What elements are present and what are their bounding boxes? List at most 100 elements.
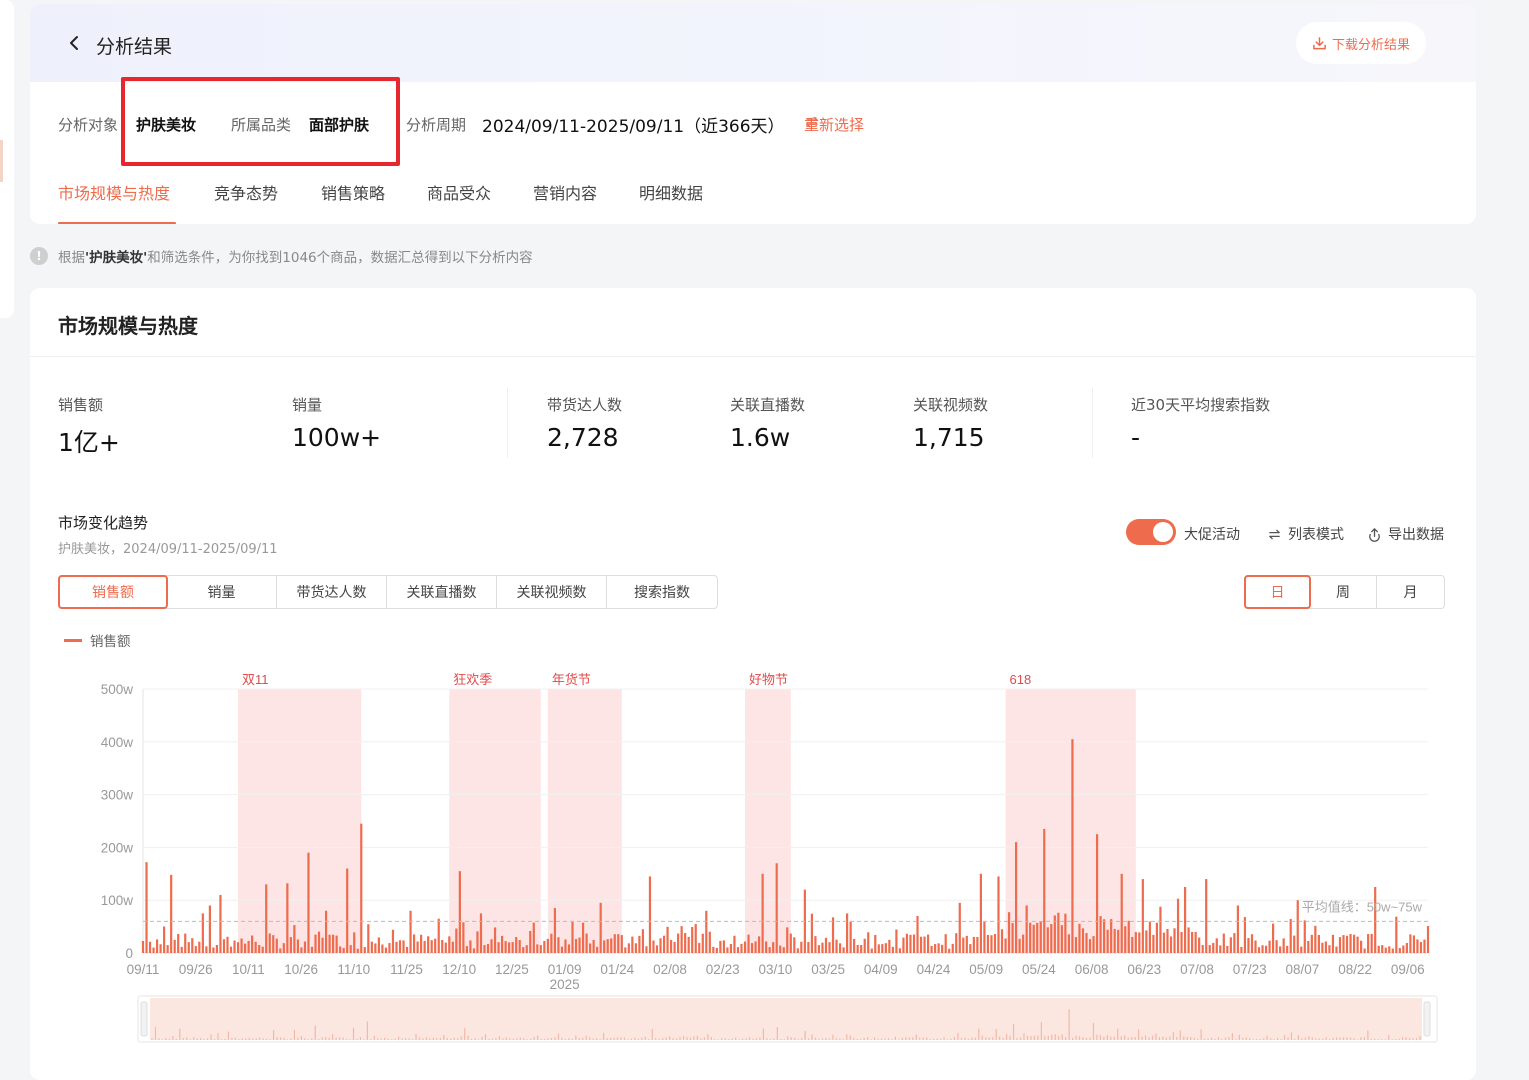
range-mini-bar bbox=[443, 1035, 445, 1040]
sales-bar bbox=[427, 936, 430, 953]
sales-bar bbox=[349, 945, 352, 953]
promo-band bbox=[238, 689, 362, 953]
sales-bar bbox=[962, 937, 965, 953]
range-slider-left-handle[interactable] bbox=[140, 1001, 148, 1037]
sales-bar bbox=[1370, 933, 1373, 953]
range-mini-bar bbox=[953, 1037, 956, 1040]
sales-bar bbox=[1011, 923, 1014, 953]
range-mini-bar bbox=[978, 1028, 980, 1040]
range-mini-bar bbox=[575, 1035, 577, 1040]
sales-bar bbox=[1257, 947, 1261, 953]
range-mini-bar bbox=[933, 1038, 935, 1040]
sales-bar bbox=[296, 939, 300, 953]
sales-bar bbox=[926, 934, 930, 953]
sales-bar bbox=[1078, 923, 1081, 953]
promo-label: 年货节 bbox=[552, 672, 591, 687]
range-mini-bar bbox=[721, 1038, 723, 1040]
range-mini-bar bbox=[238, 1039, 240, 1040]
range-mini-bar bbox=[405, 1038, 407, 1040]
range-mini-bar bbox=[603, 1032, 605, 1040]
sales-bar bbox=[300, 947, 303, 953]
range-slider-right-handle[interactable] bbox=[1423, 1001, 1431, 1037]
range-mini-bar bbox=[1391, 1039, 1393, 1040]
x-tick-label: 06/08 bbox=[1075, 962, 1109, 977]
sales-bar bbox=[1145, 930, 1148, 953]
sales-bar bbox=[1183, 887, 1187, 953]
range-mini-bar bbox=[825, 1037, 827, 1040]
range-mini-bar bbox=[1113, 1036, 1115, 1040]
sales-bar bbox=[905, 933, 909, 953]
range-mini-bar bbox=[783, 1039, 785, 1040]
sales-bar bbox=[687, 936, 690, 953]
sales-bar bbox=[353, 932, 356, 953]
range-mini-bar bbox=[1016, 1037, 1018, 1040]
range-mini-bar bbox=[752, 1038, 754, 1040]
sales-bar bbox=[155, 939, 159, 953]
x-tick-label: 08/22 bbox=[1338, 962, 1372, 977]
range-mini-bar bbox=[457, 1038, 459, 1040]
range-mini-bar bbox=[804, 1030, 806, 1040]
range-mini-bar bbox=[964, 1037, 966, 1040]
range-mini-bar bbox=[679, 1037, 681, 1040]
sales-bar bbox=[504, 941, 507, 953]
sales-bar bbox=[1236, 905, 1239, 953]
range-mini-bar bbox=[262, 1038, 264, 1040]
range-mini-bar bbox=[773, 1038, 775, 1040]
sales-bar bbox=[472, 948, 476, 953]
sales-bar bbox=[1412, 935, 1416, 953]
sales-bar bbox=[934, 944, 937, 953]
sales-bar bbox=[603, 940, 606, 953]
sales-bar bbox=[627, 943, 630, 953]
sales-bar bbox=[698, 942, 701, 953]
range-mini-bar bbox=[321, 1037, 323, 1040]
sales-bar bbox=[750, 943, 754, 953]
sales-bar bbox=[1374, 887, 1377, 953]
sales-bar bbox=[500, 935, 504, 953]
range-mini-bar bbox=[370, 1039, 372, 1040]
range-mini-bar bbox=[1377, 1039, 1379, 1040]
range-mini-bar bbox=[929, 1038, 931, 1040]
range-mini-bar bbox=[460, 1036, 462, 1040]
range-mini-bar bbox=[599, 1039, 601, 1040]
sales-bar bbox=[800, 941, 803, 953]
range-mini-bar bbox=[439, 1037, 441, 1040]
sales-bar bbox=[1134, 932, 1137, 953]
range-mini-bar bbox=[623, 1037, 626, 1040]
range-mini-bar bbox=[1304, 1037, 1306, 1040]
range-mini-bar bbox=[359, 1037, 362, 1040]
sales-bar bbox=[1264, 945, 1268, 953]
sales-bar bbox=[367, 924, 370, 953]
sales-bar bbox=[610, 938, 613, 953]
range-mini-bar bbox=[1332, 1037, 1334, 1040]
range-mini-bar bbox=[853, 1037, 855, 1040]
sales-bar bbox=[1127, 920, 1130, 953]
sales-bar bbox=[1419, 942, 1423, 953]
range-mini-bar bbox=[384, 1037, 386, 1040]
x-tick-label: 01/09 bbox=[548, 962, 582, 977]
range-mini-bar bbox=[509, 1038, 511, 1040]
sales-bar bbox=[853, 938, 856, 953]
sales-bar bbox=[448, 936, 451, 953]
sales-bar bbox=[476, 931, 479, 953]
sales-bar bbox=[1384, 947, 1387, 953]
sales-bar bbox=[877, 944, 880, 953]
range-mini-bar bbox=[1217, 1037, 1220, 1040]
sales-bar bbox=[208, 905, 211, 953]
x-tick-label: 03/10 bbox=[759, 962, 793, 977]
range-mini-bar bbox=[1263, 1038, 1265, 1040]
range-mini-bar bbox=[512, 1038, 514, 1040]
range-mini-bar bbox=[474, 1038, 476, 1040]
range-mini-bar bbox=[981, 1035, 983, 1040]
range-mini-bar bbox=[887, 1038, 890, 1040]
sales-bar bbox=[251, 935, 254, 953]
range-mini-bar bbox=[863, 1037, 865, 1040]
range-mini-bar bbox=[1210, 1037, 1213, 1040]
sales-bar bbox=[1057, 912, 1060, 953]
range-mini-bar bbox=[891, 1039, 893, 1040]
sales-bar bbox=[370, 941, 373, 953]
range-mini-bar bbox=[1412, 1038, 1414, 1040]
range-mini-bar bbox=[252, 1038, 254, 1040]
range-mini-bar bbox=[231, 1038, 233, 1040]
range-mini-bar bbox=[1204, 1038, 1206, 1040]
sales-bar bbox=[1268, 940, 1271, 953]
